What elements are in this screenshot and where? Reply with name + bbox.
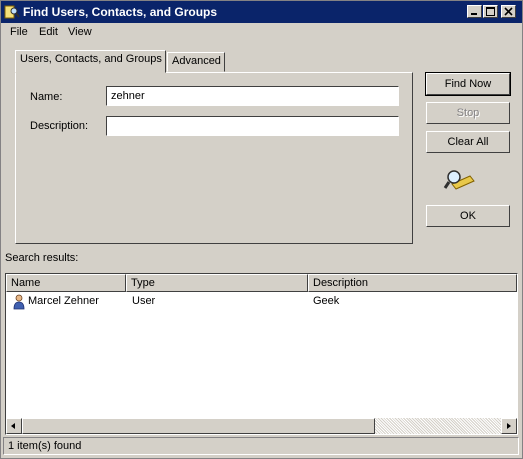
search-results-label: Search results: [5,252,79,264]
search-magnifier-icon [442,168,476,195]
find-app-icon [4,4,20,20]
minimize-button[interactable] [467,5,482,18]
menu-bar: File Edit View [1,23,522,43]
scroll-thumb[interactable] [22,418,375,434]
find-window: Find Users, Contacts, and Groups File Ed… [0,0,523,459]
table-row[interactable]: Marcel Zehner User Geek [6,293,516,311]
status-bar: 1 item(s) found [3,437,519,455]
column-header-name[interactable]: Name [6,274,126,292]
close-button[interactable] [501,5,516,18]
search-criteria-panel: Name: Description: [15,72,413,244]
scroll-right-button[interactable] [501,418,517,434]
tab-users-contacts-groups[interactable]: Users, Contacts, and Groups [15,50,166,73]
user-icon [12,294,26,313]
stop-button[interactable]: Stop [426,102,510,124]
tab-label: Users, Contacts, and Groups [20,53,162,65]
cell-type: User [132,295,156,307]
maximize-button[interactable] [483,5,498,18]
menu-view[interactable]: View [68,26,92,38]
horizontal-scrollbar[interactable] [6,418,517,434]
scroll-left-button[interactable] [6,418,22,434]
close-icon [504,7,513,16]
tab-advanced[interactable]: Advanced [167,52,225,72]
name-input[interactable] [106,86,399,106]
clear-all-button[interactable]: Clear All [426,131,510,153]
scroll-track[interactable] [375,418,501,434]
title-bar[interactable]: Find Users, Contacts, and Groups [1,1,522,23]
column-header-type[interactable]: Type [126,274,308,292]
tab-label: Advanced [172,55,221,67]
minimize-icon [471,13,477,15]
description-label: Description: [30,120,89,132]
ok-button[interactable]: OK [426,205,510,227]
menu-edit[interactable]: Edit [39,26,58,38]
find-now-button[interactable]: Find Now [425,72,511,96]
results-list[interactable]: Name Type Description Marcel Zehner User… [5,273,518,435]
window-title: Find Users, Contacts, and Groups [23,5,218,19]
cell-description: Geek [313,295,340,307]
name-label: Name: [30,91,63,103]
maximize-icon [486,7,495,16]
column-header-description[interactable]: Description [308,274,517,292]
description-input[interactable] [106,116,399,136]
arrow-right-icon [507,423,511,429]
menu-file[interactable]: File [10,26,28,38]
cell-name: Marcel Zehner [28,295,99,307]
arrow-left-icon [11,423,15,429]
status-text: 1 item(s) found [8,440,82,452]
